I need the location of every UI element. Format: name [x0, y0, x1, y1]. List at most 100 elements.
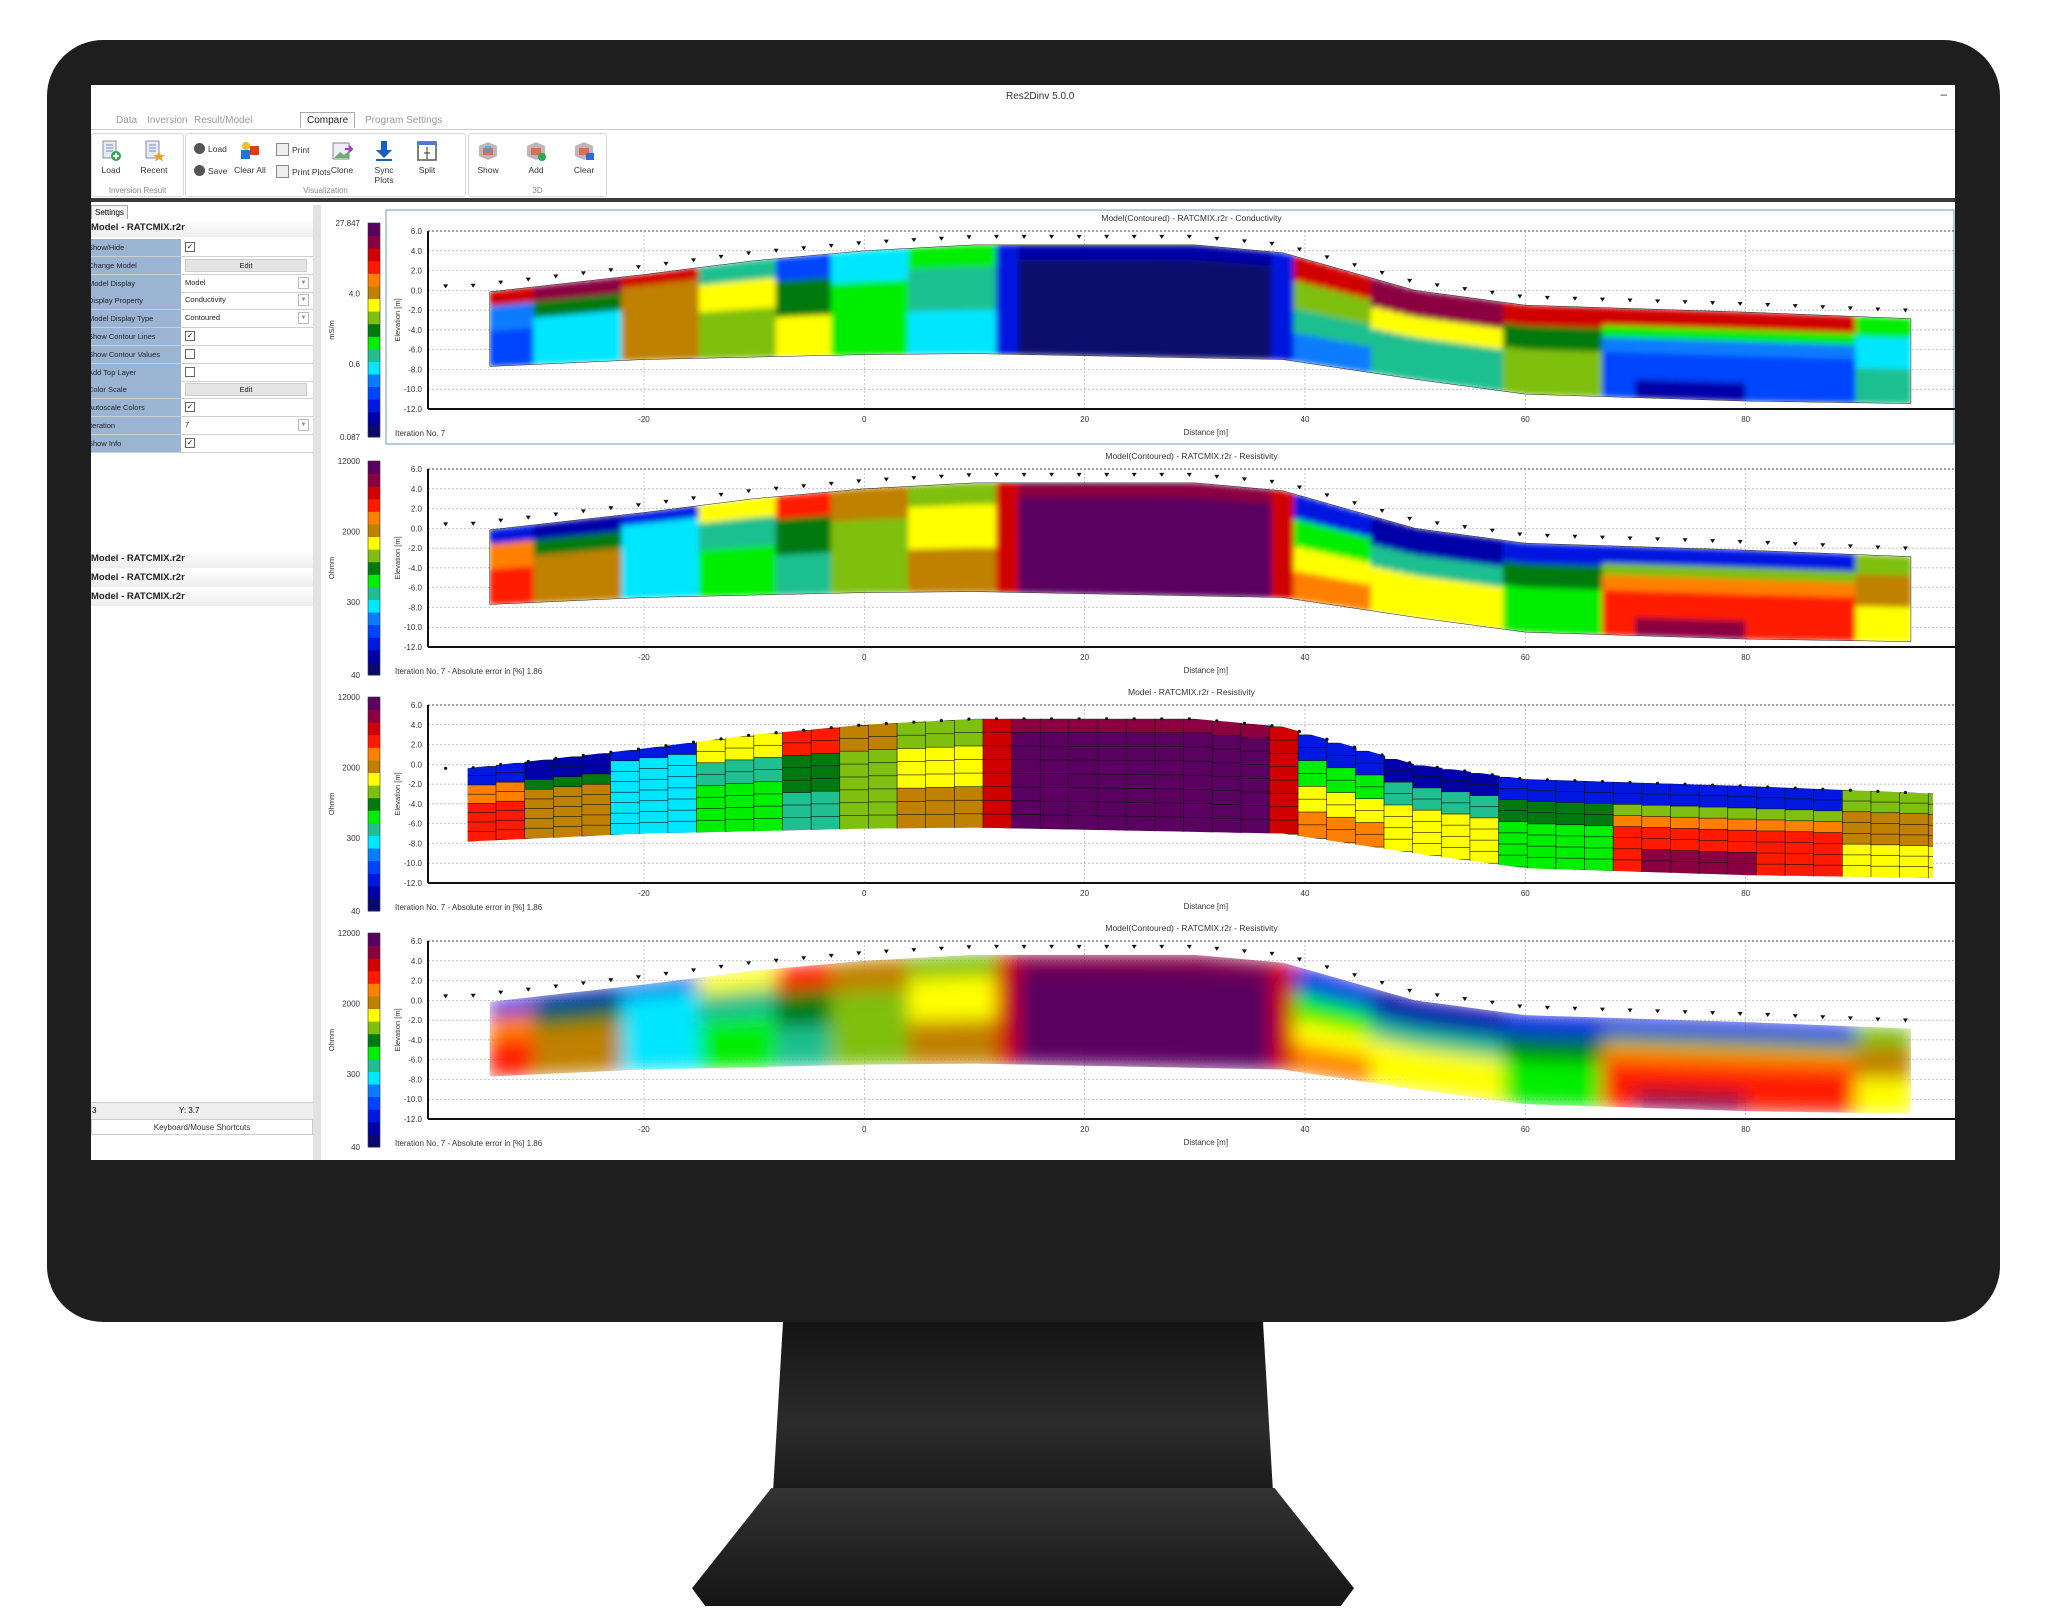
edit-button[interactable]: Edit — [185, 258, 307, 272]
show-3d-button[interactable]: Show — [473, 140, 503, 175]
color-scale-swatch — [368, 473, 380, 487]
checkbox[interactable]: ✓ — [185, 331, 195, 341]
color-scale-label: 40 — [351, 671, 360, 680]
split-button[interactable]: Split — [412, 140, 442, 175]
model-section — [489, 244, 1911, 404]
monitor-base — [692, 1488, 1354, 1606]
y-tick-label: -4.0 — [408, 326, 422, 335]
property-value[interactable]: ✓ — [183, 435, 311, 451]
property-label: Model Display Type — [91, 310, 181, 328]
x-tick-label: 80 — [1741, 415, 1750, 424]
save-settings-button[interactable]: Save — [194, 165, 227, 176]
color-scale-label: 27.847 — [336, 219, 361, 228]
color-scale-swatch — [368, 235, 380, 249]
cube-icon — [479, 142, 497, 160]
property-value[interactable]: ✓ — [183, 328, 311, 344]
title-bar: Res2Dinv 5.0.0 – — [91, 85, 1955, 109]
tab-settings[interactable]: Settings — [91, 205, 128, 219]
checkbox[interactable]: ✓ — [185, 242, 195, 252]
model-section-plot[interactable]: 27.8474.00.60.087mS/mModel(Contoured) - … — [320, 209, 1955, 445]
property-value[interactable]: Conductivity ▼ — [183, 292, 311, 308]
model-header[interactable]: Model - RATCMIX.r2r — [91, 588, 313, 606]
color-scale-swatch — [368, 374, 380, 388]
tab-inversion[interactable]: Inversion — [147, 115, 188, 126]
color-scale-unit: mS/m — [327, 320, 336, 340]
tab-result-model[interactable]: Result/Model — [194, 115, 252, 126]
select-value[interactable]: 7 — [185, 420, 189, 429]
color-scale-label: 2000 — [342, 528, 360, 537]
color-scale-swatch — [368, 486, 380, 500]
checkbox[interactable]: ✓ — [185, 437, 195, 448]
property-value[interactable]: ✓ — [183, 399, 311, 415]
checkbox[interactable]: ✓ — [185, 402, 195, 413]
tab-data[interactable]: Data — [116, 115, 137, 126]
color-scale-unit: Ohmm — [327, 557, 336, 580]
edit-button[interactable]: Edit — [185, 383, 307, 397]
electrode-marker — [1792, 304, 1798, 309]
model-section-plot[interactable]: 12000200030040OhmmModel(Contoured) - RAT… — [320, 447, 1955, 683]
x-axis-label: Distance [m] — [1184, 428, 1228, 437]
clone-button[interactable]: Clone — [326, 140, 358, 175]
property-value[interactable]: Contoured ▼ — [183, 310, 311, 326]
clear-3d-button[interactable]: Clear — [569, 140, 599, 175]
color-scale-swatch — [368, 424, 380, 438]
color-scale-swatch — [368, 361, 380, 375]
gear-icon — [194, 143, 205, 154]
checkbox[interactable] — [185, 366, 195, 377]
recent-button[interactable]: Recent — [138, 140, 170, 175]
color-scale-swatch — [368, 599, 380, 613]
sync-plots-button[interactable]: Sync Plots — [364, 140, 404, 185]
chevron-down-icon[interactable]: ▼ — [298, 419, 309, 431]
electrode-marker — [1104, 234, 1110, 239]
property-value[interactable] — [183, 364, 311, 380]
model-header[interactable]: Model - RATCMIX.r2r — [91, 219, 313, 237]
property-value[interactable]: Edit — [183, 257, 311, 273]
electrode-marker — [1434, 283, 1440, 288]
property-value[interactable] — [183, 346, 311, 362]
color-scale-swatch — [368, 523, 380, 538]
select-value[interactable]: Contoured — [185, 313, 220, 322]
window-title: Res2Dinv 5.0.0 — [1006, 91, 1075, 102]
model-header[interactable]: Model - RATCMIX.r2r — [91, 569, 313, 587]
chevron-down-icon[interactable]: ▼ — [298, 294, 309, 307]
property-row: Show Contour Values — [91, 345, 313, 364]
blocks-clear-icon — [241, 142, 259, 159]
select-value[interactable]: Conductivity — [185, 295, 226, 304]
clear-all-button[interactable]: Clear All — [230, 140, 270, 175]
y-tick-label: 4.0 — [411, 247, 423, 256]
printer-icon — [276, 143, 289, 156]
minimize-button[interactable]: – — [1940, 87, 1947, 101]
tab-program-settings[interactable]: Program Settings — [365, 115, 442, 126]
checkbox[interactable] — [185, 348, 195, 359]
print-plots-button[interactable]: Print Plots — [276, 165, 331, 178]
print-button[interactable]: Print — [276, 143, 309, 156]
label: Sync Plots — [374, 165, 394, 185]
group-label: Inversion Result — [108, 186, 167, 195]
electrode-marker — [883, 239, 889, 244]
property-value[interactable]: Edit — [183, 381, 311, 397]
property-row: Change Model Edit — [91, 256, 313, 275]
property-value[interactable]: ✓ — [183, 239, 311, 255]
file-star-icon — [145, 140, 165, 162]
label: Clear All — [234, 165, 266, 175]
property-value[interactable]: 7 ▼ — [183, 417, 311, 433]
plot-title: Model(Contoured) - RATCMIX.r2r - Conduct… — [1101, 213, 1282, 223]
property-label: Iteration — [91, 417, 181, 434]
ribbon-tabs: Data Inversion Result/Model Compare Prog… — [91, 111, 1955, 131]
keyboard-shortcuts-button[interactable]: Keyboard/Mouse Shortcuts — [91, 1119, 313, 1135]
chevron-down-icon[interactable]: ▼ — [298, 312, 309, 325]
group-visualization: Load Save Clear All Print Print Plots Cl… — [185, 133, 466, 197]
model-header[interactable]: Model - RATCMIX.r2r — [91, 550, 313, 568]
property-label: Show Contour Values — [91, 345, 181, 363]
chevron-down-icon[interactable]: ▼ — [298, 276, 309, 289]
select-value[interactable]: Model — [185, 278, 205, 287]
electrode-marker — [1352, 263, 1358, 268]
electrode-marker — [1186, 234, 1192, 239]
load-settings-button[interactable]: Load — [194, 143, 227, 154]
color-scale-swatch — [368, 637, 380, 651]
property-value[interactable]: Model ▼ — [183, 275, 311, 291]
y-tick-label: -6.0 — [408, 346, 422, 355]
add-3d-button[interactable]: Add — [521, 140, 551, 175]
tab-compare[interactable]: Compare — [300, 112, 356, 128]
load-result-button[interactable]: Load — [96, 140, 126, 175]
